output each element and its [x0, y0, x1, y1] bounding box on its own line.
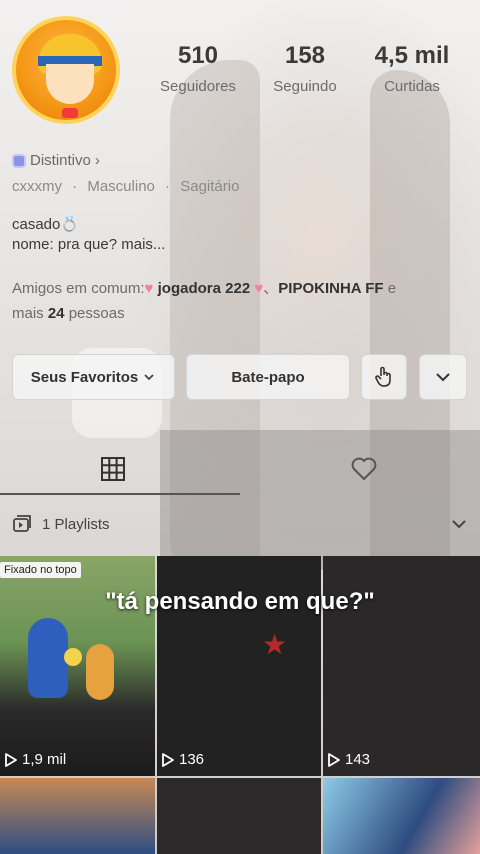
zodiac-sign: Sagitário [180, 178, 240, 195]
friends-more-count: 24 [47, 305, 65, 322]
friend-name-2[interactable]: PIPOKINHA FF [278, 280, 383, 297]
stat-likes[interactable]: 4,5 mil Curtidas [364, 42, 460, 95]
stat-following-label: Seguindo [273, 78, 337, 95]
favorites-label: Seus Favoritos [30, 368, 139, 386]
stat-following[interactable]: 158 Seguindo [262, 42, 348, 95]
chevron-down-icon [144, 374, 154, 381]
ring-emoji: 💍 [60, 216, 80, 233]
friends-and: e [387, 280, 397, 297]
mutual-friends[interactable]: Amigos em comum:♥ jogadora 222 ♥、PIPOKIN… [12, 276, 468, 326]
chevron-down-icon [452, 520, 466, 529]
playlists-label: 1 Playlists [42, 515, 110, 533]
play-icon [5, 752, 17, 767]
playlists-row[interactable]: 1 Playlists [12, 515, 468, 533]
bio[interactable]: casado💍 nome: pra que? mais... [12, 215, 165, 255]
profile-tabs [0, 448, 480, 496]
video-thumbnail[interactable] [323, 778, 480, 854]
view-count-value: 1,9 mil [22, 751, 67, 768]
heart-outline-icon [351, 457, 377, 480]
avatar-face [46, 64, 94, 104]
view-count-value: 136 [179, 751, 205, 768]
stat-followers-label: Seguidores [160, 78, 236, 95]
stat-followers[interactable]: 510 Seguidores [150, 42, 246, 95]
friends-more-prefix: mais [12, 305, 44, 322]
distintivo-hex-icon [12, 153, 26, 168]
mutual-friends-prefix: Amigos em comum: [12, 280, 145, 297]
chevron-right-icon: › [94, 152, 100, 169]
friends-more-suffix: pessoas [68, 305, 125, 322]
username: cxxxmy [12, 178, 62, 195]
view-count: 1,9 mil [4, 751, 66, 768]
profile-avatar[interactable] [12, 16, 120, 124]
hand-tap-button[interactable] [361, 354, 407, 400]
gender: Masculino [87, 178, 155, 195]
meta-separator: · [165, 178, 171, 195]
view-count: 143 [327, 751, 370, 768]
active-tab-indicator [0, 493, 240, 495]
distintivo-link[interactable]: Distintivo › [12, 152, 100, 169]
chat-button[interactable]: Bate-papo [186, 354, 350, 400]
view-count: 136 [161, 751, 204, 768]
heart-icon: ♥ [254, 280, 264, 297]
video-thumbnail[interactable] [157, 778, 321, 854]
stat-likes-value: 4,5 mil [374, 42, 450, 69]
playlist-icon [13, 515, 31, 532]
more-dropdown-button[interactable] [419, 354, 467, 400]
play-icon [328, 752, 340, 767]
overlay-caption: "tá pensando em que?" [105, 588, 375, 615]
chat-label: Bate-papo [231, 368, 305, 386]
friends-separator: 、 [263, 280, 279, 297]
play-icon [162, 752, 174, 767]
meta-separator: · [72, 178, 78, 195]
thumbnail-character [86, 644, 114, 700]
favorites-button[interactable]: Seus Favoritos [12, 354, 175, 400]
distintivo-label: Distintivo [30, 152, 91, 169]
pinned-badge: Fixado no topo [0, 562, 81, 578]
profile-meta: cxxxmy · Masculino · Sagitário [12, 178, 239, 195]
stat-likes-label: Curtidas [384, 78, 440, 95]
view-count-value: 143 [345, 751, 371, 768]
star-decoration: ★ [262, 629, 288, 660]
stat-followers-value: 510 [177, 42, 219, 69]
friend-name-1[interactable]: jogadora 222 [158, 280, 251, 297]
thumbnail-character [28, 618, 68, 698]
hand-tap-icon [375, 366, 391, 387]
avatar-live-badge [62, 108, 78, 118]
tab-videos[interactable] [100, 456, 126, 487]
thumbnail-character [64, 648, 82, 666]
video-thumbnail[interactable] [0, 778, 155, 854]
grid-icon [101, 457, 125, 481]
bio-line-1: casado [12, 216, 61, 233]
heart-icon: ♥ [144, 280, 154, 297]
chevron-down-icon [436, 373, 450, 382]
tab-liked[interactable] [350, 456, 378, 487]
bio-line-2: nome: pra que? mais... [12, 236, 166, 253]
stat-following-value: 158 [284, 42, 326, 69]
